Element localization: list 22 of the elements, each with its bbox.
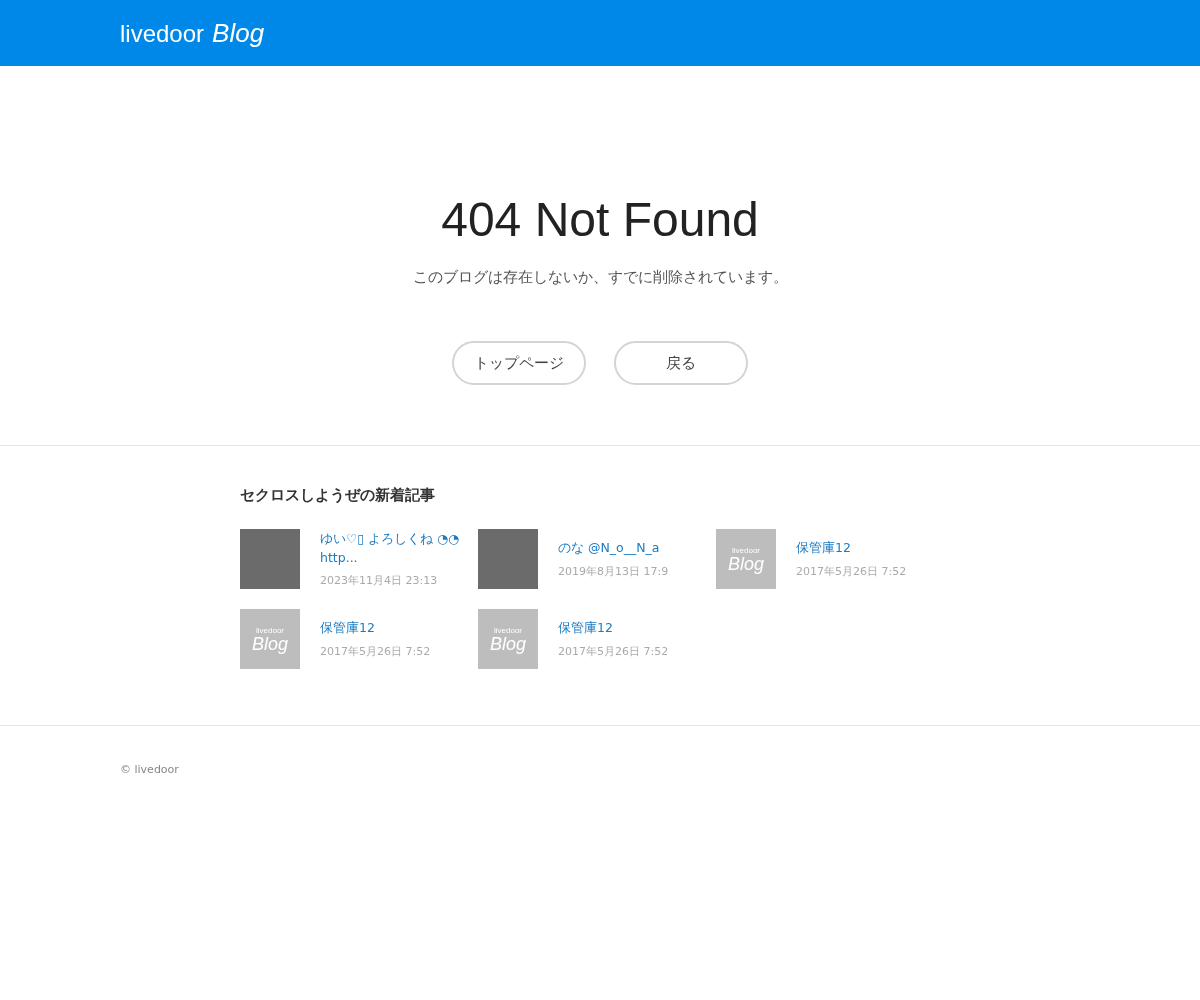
article-link[interactable]: 保管庫12 [796, 539, 936, 558]
article-link[interactable]: 保管庫12 [320, 619, 460, 638]
error-message: このブログは存在しないか、すでに削除されています。 [412, 268, 788, 287]
blog-logo-thumbnail: livedoor Blog [478, 609, 538, 669]
article-link[interactable]: のな @N_o__N_a [558, 539, 698, 558]
article-link[interactable]: ゆい♡▯ よろしくね ◔◔ http... [320, 529, 460, 568]
nav-button[interactable]: 戻る [614, 341, 748, 385]
photo-placeholder [240, 529, 300, 589]
photo-placeholder [478, 529, 538, 589]
nav-button[interactable]: トップページ [452, 341, 586, 385]
blog-logo-thumbnail: livedoor Blog [240, 609, 300, 669]
article-link[interactable]: 保管庫12 [558, 619, 698, 638]
site-logo[interactable]: livedoor Blog [120, 17, 265, 49]
article-date: 2019年8月13日 17:9 [558, 563, 670, 579]
section-heading: セクロスしようぜの新着記事 [240, 486, 436, 505]
article-date: 2023年11月4日 23:13 [320, 573, 439, 589]
blog-logo-thumbnail: livedoor Blog [716, 529, 776, 589]
article-date: 2017年5月26日 7:52 [558, 643, 670, 659]
article-date: 2017年5月26日 7:52 [320, 643, 432, 659]
error-title: 404 Not Found [441, 196, 759, 244]
copyright-text: © livedoor [120, 763, 179, 776]
article-date: 2017年5月26日 7:52 [796, 563, 908, 579]
